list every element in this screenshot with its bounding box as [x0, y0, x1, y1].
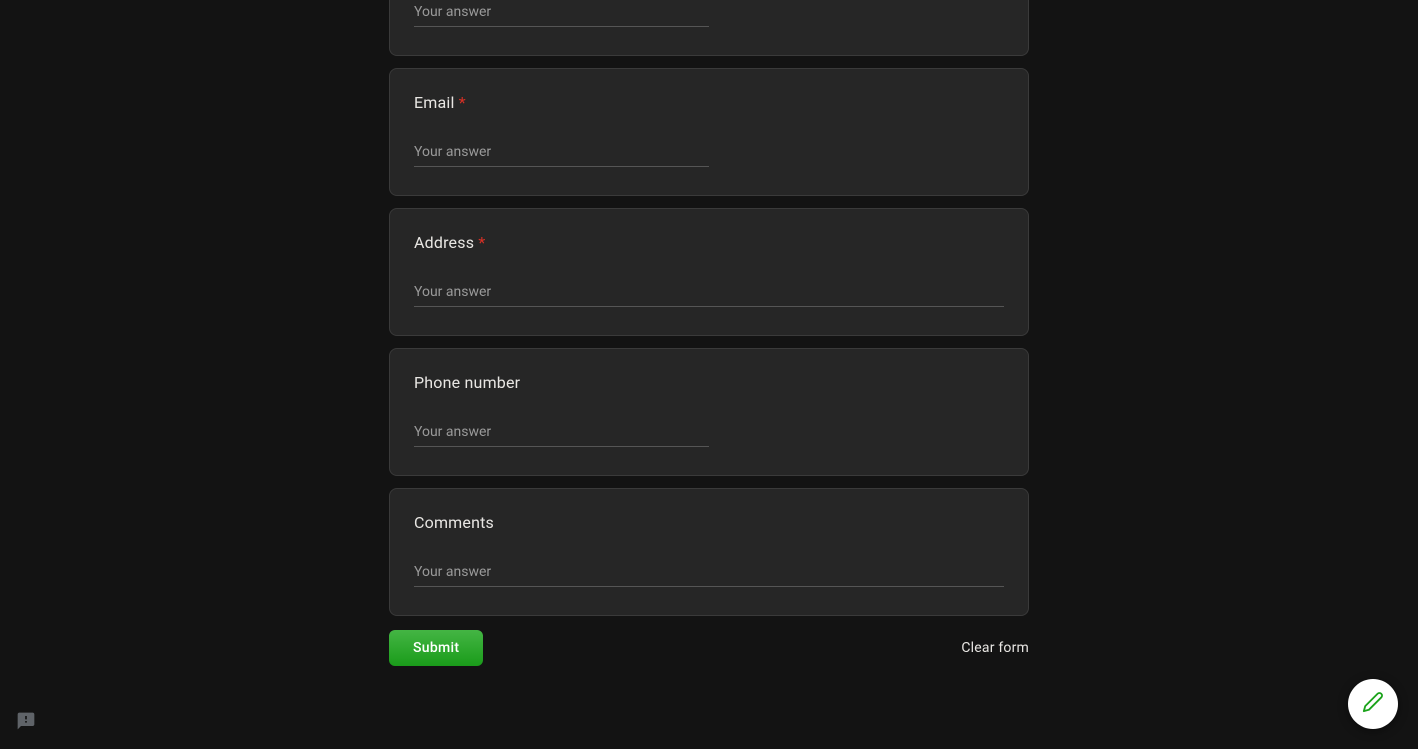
comments-input[interactable] — [414, 560, 1004, 587]
edit-fab-button[interactable] — [1348, 679, 1398, 729]
submit-button[interactable]: Submit — [389, 630, 483, 666]
report-button[interactable] — [14, 711, 38, 735]
pencil-icon — [1362, 691, 1384, 717]
label-text: Phone number — [414, 373, 520, 392]
question-card-partial — [389, 0, 1029, 56]
input-wrapper — [414, 420, 709, 447]
form-container: Email * Address * Phone number Comments — [389, 0, 1029, 686]
form-actions: Submit Clear form — [389, 630, 1029, 686]
required-indicator: * — [478, 233, 485, 252]
question-label: Comments — [414, 513, 1004, 532]
question-label: Phone number — [414, 373, 1004, 392]
input-wrapper — [414, 560, 1004, 587]
question-label: Email * — [414, 93, 1004, 112]
question-label: Address * — [414, 233, 1004, 252]
phone-input[interactable] — [414, 420, 709, 447]
input-wrapper — [414, 280, 1004, 307]
label-text: Email — [414, 93, 455, 112]
email-input[interactable] — [414, 140, 709, 167]
answer-input[interactable] — [414, 0, 709, 27]
question-card-comments: Comments — [389, 488, 1029, 616]
input-wrapper — [414, 0, 709, 27]
input-wrapper — [414, 140, 709, 167]
address-input[interactable] — [414, 280, 1004, 307]
question-card-email: Email * — [389, 68, 1029, 196]
clear-form-button[interactable]: Clear form — [961, 640, 1029, 656]
label-text: Comments — [414, 513, 494, 532]
required-indicator: * — [459, 93, 466, 112]
question-card-phone: Phone number — [389, 348, 1029, 476]
report-icon — [16, 711, 36, 735]
question-card-address: Address * — [389, 208, 1029, 336]
label-text: Address — [414, 233, 474, 252]
